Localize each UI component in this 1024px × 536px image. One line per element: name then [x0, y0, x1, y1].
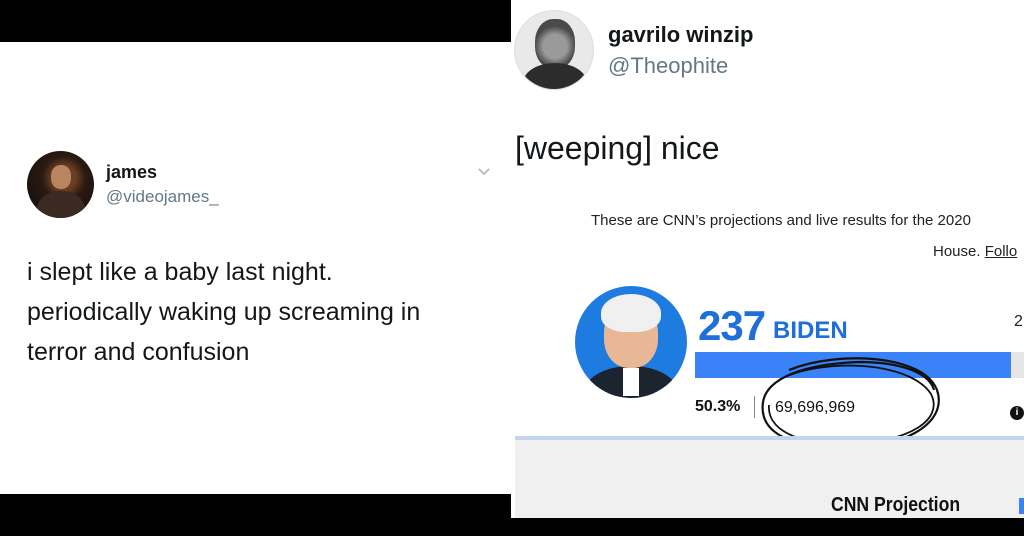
user-handle[interactable]: @Theophite — [608, 53, 728, 79]
tweet-text: i slept like a baby last night. periodic… — [27, 252, 497, 372]
user-handle[interactable]: @videojames_ — [106, 187, 219, 207]
avatar[interactable] — [27, 151, 94, 218]
popular-vote-count: 69,696,969 — [775, 399, 856, 416]
tweet-line: periodically waking up screaming in — [27, 298, 421, 326]
candidate-hair — [601, 294, 661, 332]
cnn-intro-house: House. — [933, 243, 981, 260]
cnn-intro-text: These are CNN’s projections and live res… — [591, 212, 971, 229]
vote-progress-bar — [695, 352, 1024, 378]
candidate-photo — [575, 286, 687, 398]
cnn-projection-label: CNN Projection — [831, 494, 961, 516]
cnn-intro-text-2: House. Follo — [933, 243, 1017, 260]
avatar-body — [523, 63, 587, 89]
info-icon[interactable]: i — [1010, 406, 1024, 420]
projection-color-marker — [1019, 498, 1024, 514]
avatar-head — [535, 19, 575, 69]
opponent-count-cut: 2 — [1014, 313, 1023, 330]
tweet-line: i slept like a baby last night. — [27, 258, 333, 286]
vote-progress-fill — [695, 352, 1012, 378]
left-tweet-card: james @videojames_ i slept like a baby l… — [0, 42, 511, 494]
tweet-text: [weeping] nice — [515, 130, 720, 166]
avatar-shoulders — [37, 191, 85, 218]
tweet-line: terror and confusion — [27, 338, 250, 366]
chevron-down-icon[interactable] — [476, 163, 492, 179]
embedded-screenshot: These are CNN’s projections and live res… — [513, 200, 1024, 518]
divider — [754, 396, 755, 418]
avatar-face — [51, 165, 71, 189]
avatar[interactable] — [514, 10, 594, 90]
user-name[interactable]: james — [106, 162, 157, 183]
vote-percent: 50.3% — [695, 398, 741, 415]
user-name[interactable]: gavrilo winzip — [608, 22, 753, 48]
candidate-shirt — [623, 368, 639, 396]
follow-link[interactable]: Follo — [985, 243, 1018, 260]
candidate-name: BIDEN — [773, 317, 848, 344]
electoral-vote-count: 237 — [698, 302, 766, 349]
right-tweet-card: gavrilo winzip @Theophite [weeping] nice… — [511, 0, 1024, 518]
